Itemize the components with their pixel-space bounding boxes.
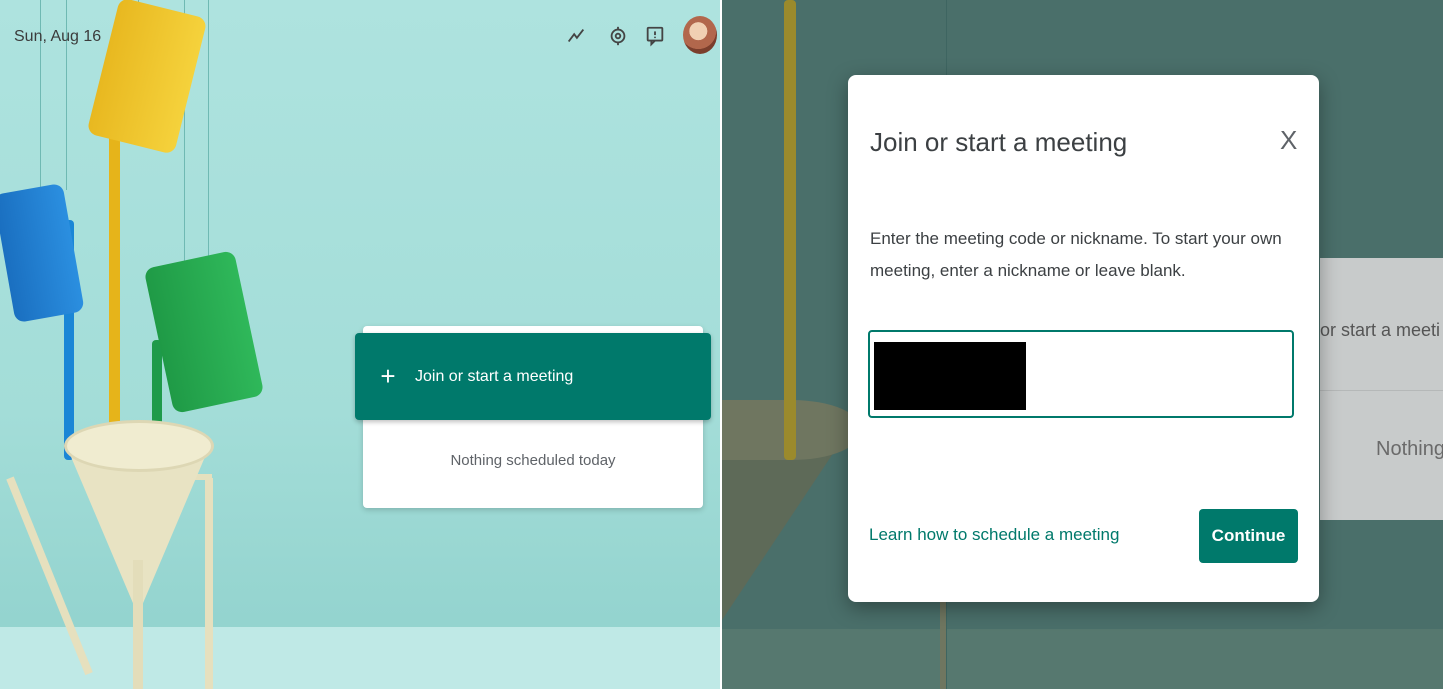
floor-decoration [722,629,1443,689]
dialog-title: Join or start a meeting [870,127,1128,157]
settings-icon[interactable] [606,24,630,48]
join-meeting-dialog: Join or start a meeting X Enter the meet… [848,75,1319,602]
funnel-rim [64,420,214,472]
activity-icon[interactable] [564,24,588,48]
blue-paint-can [0,182,85,324]
redacted-input-value [874,342,1026,410]
meet-home-screen: Sun, Aug 16 + Join or start a meeting No… [0,0,720,689]
meeting-code-input[interactable] [868,330,1294,418]
dialog-description: Enter the meeting code or nickname. To s… [870,229,1282,280]
stand-leg [940,590,946,689]
background-meeting-card: or start a meeti Nothing [1320,258,1443,520]
avatar[interactable] [683,16,717,54]
funnel-stem [133,560,143,689]
yellow-paint-can [86,0,208,155]
nothing-scheduled-text: Nothing scheduled today [450,452,616,469]
learn-schedule-link[interactable]: Learn how to schedule a meeting [869,525,1119,545]
divider [1320,390,1443,391]
yellow-paint-stream [784,0,796,460]
string-decoration [208,0,209,262]
continue-button[interactable]: Continue [1199,509,1298,563]
close-icon[interactable]: X [1280,125,1297,156]
plus-icon: + [380,361,396,391]
join-or-start-meeting-button[interactable]: + Join or start a meeting [355,333,711,420]
funnel-decoration [722,440,842,620]
feedback-icon[interactable] [643,24,667,48]
background-card-text: Nothing [1376,438,1443,460]
background-card-title: or start a meeti [1320,320,1441,340]
current-date: Sun, Aug 16 [14,28,102,45]
floor-decoration [0,627,720,689]
join-button-label: Join or start a meeting [415,367,574,385]
